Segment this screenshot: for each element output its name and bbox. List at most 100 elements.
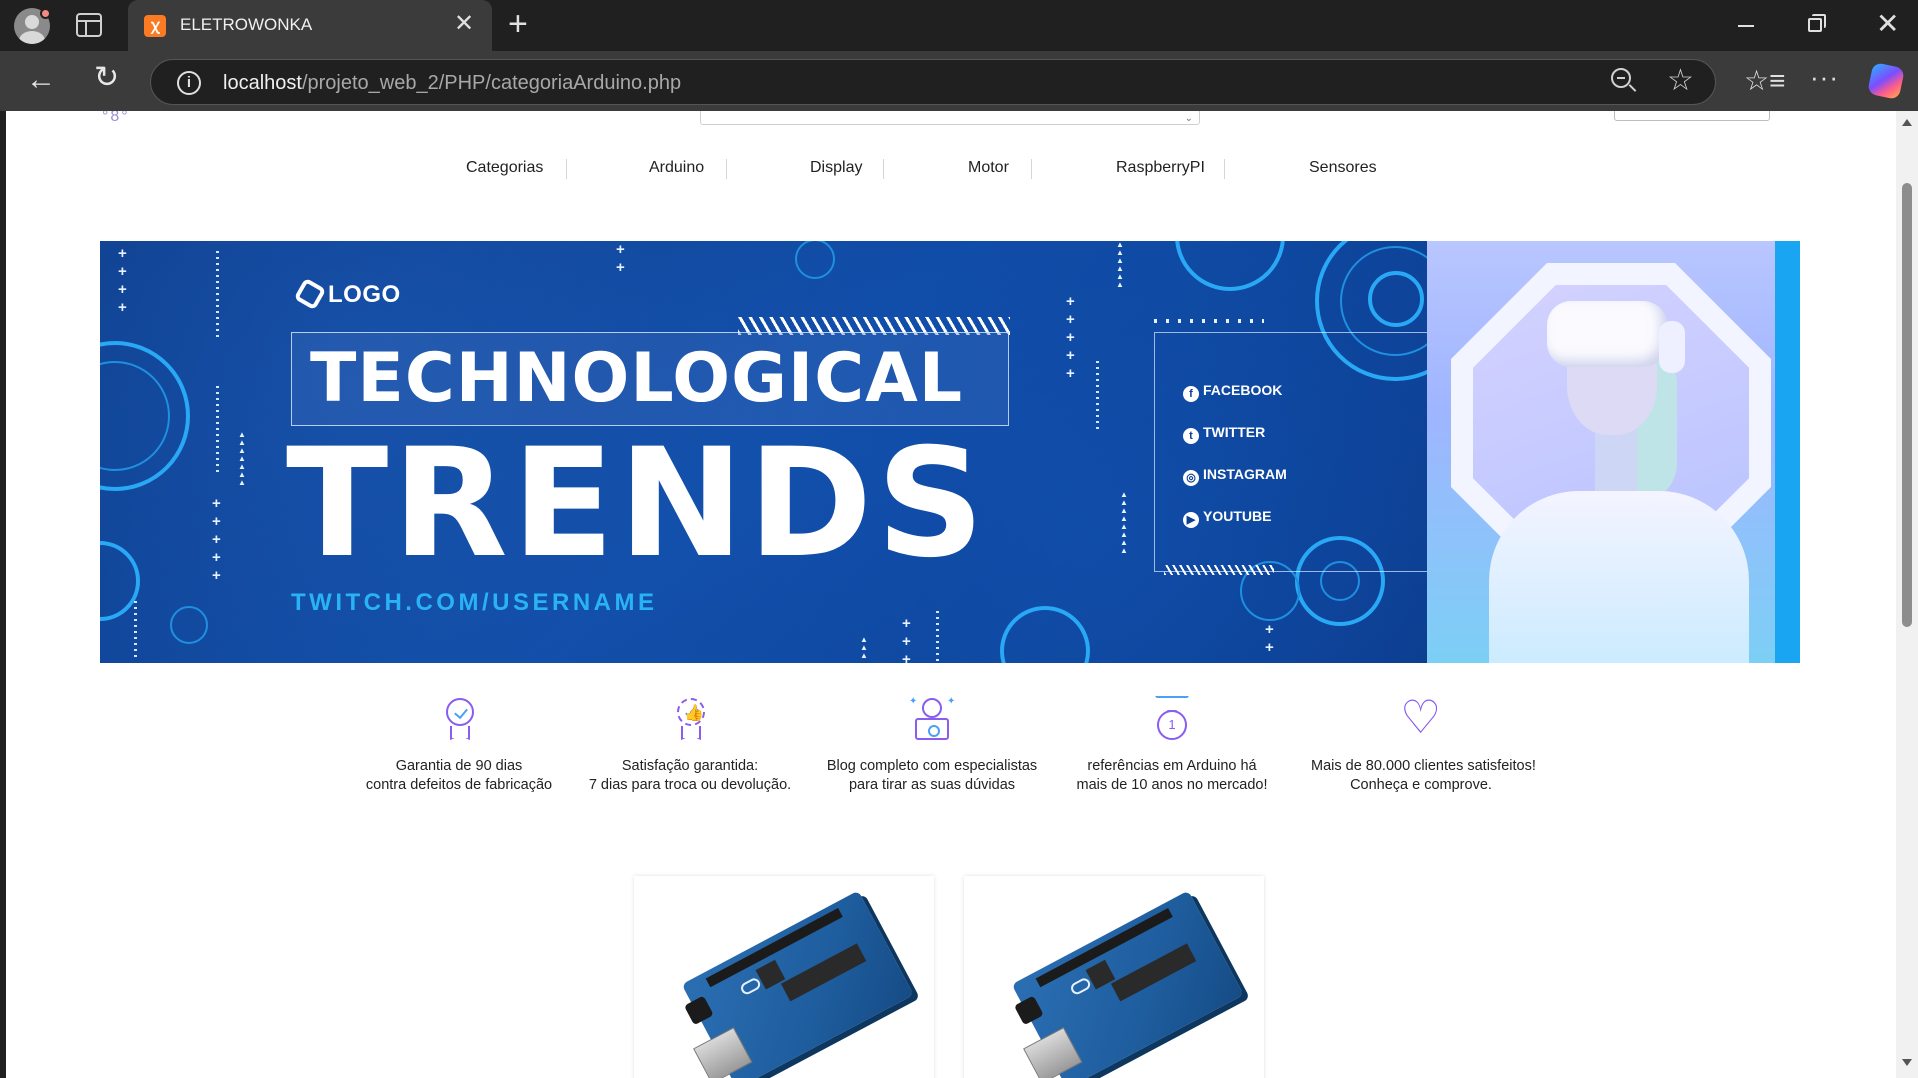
hero-banner[interactable]: + + + + + + + + + + + + + + + + + + + + + ▲ ▲ ▲ ▲ ▲ ▲ ▲ ▲ ▲ ▲ ▲ ▲… (100, 241, 1800, 663)
decor-dots (1096, 361, 1099, 431)
feature-warranty: Garantia de 90 dias contra defeitos de fa… (349, 696, 569, 795)
decor-stripes (1164, 565, 1274, 575)
decor-plus: + + + + + (212, 495, 221, 584)
more-menu-icon[interactable]: ··· (1810, 63, 1839, 91)
photo-edge-strip (1775, 241, 1800, 663)
social-box (1154, 332, 1430, 572)
address-bar[interactable]: i localhost/projeto_web_2/PHP/categoriaA… (150, 59, 1716, 105)
decor-ring (170, 606, 208, 644)
tab-close-icon[interactable]: ✕ (454, 12, 474, 36)
social-twitter: t TWITTER (1183, 424, 1265, 444)
url-host: localhost (223, 72, 302, 94)
feature-text: mais de 10 anos no mercado! (1076, 777, 1268, 793)
nav-item-categorias[interactable]: Categorias (466, 159, 543, 177)
hexagon-logo-icon (293, 277, 327, 311)
nav-separator (1224, 159, 1225, 179)
feature-text: Garantia de 90 dias (395, 758, 523, 774)
banner-handle: TWITCH.COM/USERNAME (291, 589, 658, 616)
scroll-thumb[interactable] (1902, 183, 1912, 627)
decor-triangles: ▲ ▲ ▲ ▲ ▲ ▲ ▲ ▲ (1120, 490, 1128, 555)
scroll-down-arrow-icon[interactable] (1902, 1059, 1912, 1066)
heart-icon: ♡ (1400, 691, 1442, 743)
feature-text: contra defeitos de fabricação (365, 777, 553, 793)
browser-tab-active[interactable]: ꭓ ELETROWONKA ✕ (128, 0, 492, 51)
favorites-list-icon[interactable]: ☆≡ (1744, 67, 1785, 95)
feature-blog: ✦ ✦ Blog completo com especialistas para t… (822, 696, 1042, 795)
profile-notification-dot (40, 8, 51, 19)
url-text[interactable]: localhost/projeto_web_2/PHP/categoriaArd… (223, 72, 681, 95)
twitter-icon: t (1183, 428, 1199, 444)
medal-icon: 1 (1149, 696, 1195, 744)
nav-separator (1031, 159, 1032, 179)
decor-triangles: ▲ ▲ ▲ ▲ ▲ ▲ (1116, 241, 1124, 289)
banner-vr-photo (1427, 241, 1800, 663)
person-shirt (1489, 491, 1749, 663)
feature-text: Conheça e comprove. (1350, 777, 1492, 793)
nav-item-sensores[interactable]: Sensores (1309, 159, 1377, 177)
decor-plus: + + + + (118, 245, 127, 316)
decor-dots (216, 251, 219, 341)
decor-dots (1154, 319, 1264, 323)
feature-text: Blog completo com especialistas (826, 758, 1038, 774)
banner-logo: LOGO (293, 277, 401, 311)
decor-ring (1368, 271, 1424, 327)
product-card[interactable] (634, 876, 934, 1078)
nav-item-arduino[interactable]: Arduino (649, 159, 704, 177)
support-laptop-icon: ✦ ✦ (909, 696, 955, 744)
window-close-icon[interactable]: ✕ (1876, 10, 1899, 38)
decor-triangles: ▲ ▲ ▲ (860, 635, 868, 660)
browser-tab-strip: ꭓ ELETROWONKA ✕ + ✕ (0, 0, 1918, 51)
social-label: INSTAGRAM (1203, 466, 1287, 482)
feature-text: Mais de 80.000 clientes satisfeitos! (1311, 758, 1536, 774)
warranty-badge-icon (436, 696, 482, 744)
decor-triangles: ▲ ▲ ▲ ▲ ▲ ▲ ▲ (238, 430, 246, 487)
social-label: TWITTER (1203, 424, 1266, 440)
arduino-board-image[interactable] (655, 876, 924, 1078)
feature-text: Satisfação garantida: (621, 758, 759, 774)
page-scrollbar[interactable] (1896, 111, 1918, 1078)
site-info-icon[interactable]: i (177, 71, 201, 95)
social-label: YOUTUBE (1203, 508, 1272, 524)
headline-box: TECHNOLOGICAL (291, 332, 1009, 426)
nav-item-raspberrypi[interactable]: RaspberryPI (1116, 159, 1205, 177)
chevron-down-icon: ⌄ (1184, 113, 1193, 124)
header-button[interactable] (1614, 111, 1770, 121)
search-input[interactable]: ⌄ (700, 111, 1200, 125)
social-label: FACEBOOK (1203, 382, 1283, 398)
decor-plus: + + + + + (1066, 293, 1075, 382)
feature-customers: ♡ Mais de 80.000 clientes satisfeitos! Co… (1311, 691, 1536, 795)
tab-title: ELETROWONKA (180, 15, 313, 34)
decor-dots (216, 386, 219, 476)
xampp-favicon-icon: ꭓ (144, 15, 166, 37)
nav-item-motor[interactable]: Motor (968, 159, 1009, 177)
youtube-icon: ▶ (1183, 512, 1199, 528)
facebook-icon: f (1183, 386, 1199, 402)
nav-item-display[interactable]: Display (810, 159, 862, 177)
tab-actions-icon[interactable] (76, 13, 102, 37)
category-nav: Categorias Arduino Display Motor Raspber… (6, 157, 1896, 183)
window-minimize-icon[interactable] (1738, 25, 1754, 27)
social-facebook: f FACEBOOK (1183, 382, 1282, 402)
product-card[interactable] (964, 876, 1264, 1078)
headline-top: TECHNOLOGICAL (310, 339, 964, 418)
site-logo-fragment[interactable]: °8° (102, 111, 130, 125)
instagram-icon: ◎ (1183, 470, 1199, 486)
feature-text: para tirar as suas dúvidas (848, 777, 1016, 793)
arduino-board-image[interactable] (985, 876, 1254, 1078)
banner-logo-text: LOGO (328, 281, 401, 308)
back-arrow-icon[interactable]: ← (26, 65, 56, 95)
social-instagram: ◎ INSTAGRAM (1183, 466, 1287, 486)
feature-satisfaction: 👍 Satisfação garantida: 7 dias para troca… (580, 696, 800, 795)
window-restore-icon[interactable] (1808, 14, 1826, 32)
zoom-out-icon[interactable] (1611, 68, 1637, 94)
social-youtube: ▶ YOUTUBE (1183, 508, 1271, 528)
new-tab-icon[interactable]: + (508, 6, 528, 42)
scroll-up-arrow-icon[interactable] (1902, 119, 1912, 126)
url-path: /projeto_web_2/PHP/categoriaArduino.php (301, 72, 682, 94)
reload-icon[interactable]: ↻ (94, 63, 119, 93)
favorite-star-icon[interactable]: ☆ (1667, 64, 1694, 98)
decor-plus: + + (616, 241, 625, 276)
feature-references: 1 referências em Arduino há mais de 10 an… (1062, 696, 1282, 795)
decor-dots (134, 601, 137, 661)
copilot-icon[interactable] (1867, 62, 1905, 100)
